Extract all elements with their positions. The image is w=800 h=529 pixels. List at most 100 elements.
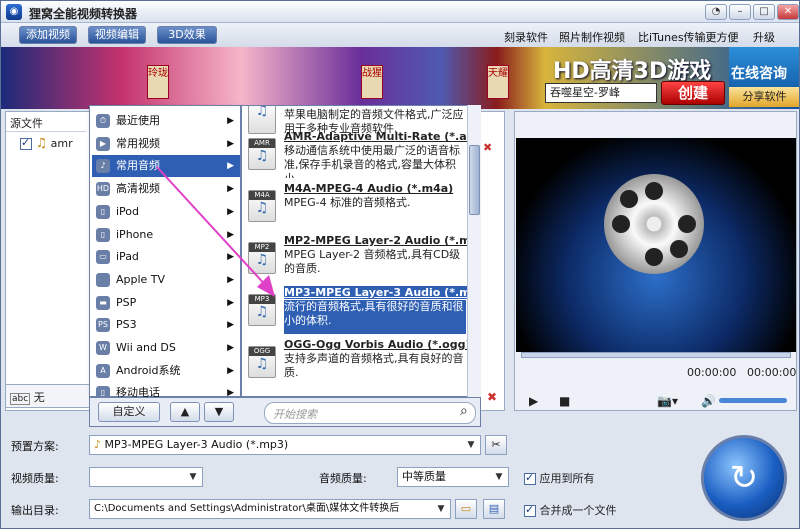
custom-button[interactable]: 自定义 <box>98 402 160 422</box>
folder-browse-icon[interactable]: ▤ <box>483 499 505 519</box>
current-time: 00:00:00 <box>687 366 737 379</box>
category-item[interactable]: PS PS3 ▶ <box>92 314 240 336</box>
format-description: 支持多声道的音频格式,具有良好的音质. <box>284 352 464 379</box>
minimize-button[interactable]: – <box>729 4 751 20</box>
consult-label: 在线咨询 <box>731 66 787 82</box>
category-label: Wii and DS <box>116 341 176 354</box>
merge-checkbox[interactable]: 合并成一个文件 <box>524 502 617 518</box>
format-title: M4A-MPEG-4 Audio (*.m4a) <box>284 182 454 195</box>
category-icon: ▶ <box>96 136 110 151</box>
music-note-icon: ♪ <box>94 438 102 451</box>
arrow-right-icon: ▶ <box>227 320 234 331</box>
audio-quality-value: 中等质量 <box>402 470 446 483</box>
convert-button[interactable]: ↻ <box>701 435 787 521</box>
scroll-down-button[interactable]: ▼ <box>204 402 234 422</box>
pointer-arrow <box>156 166 275 297</box>
audio-quality-select[interactable]: 中等质量 ▼ <box>397 467 509 487</box>
format-title: AMR-Adaptive Multi-Rate (*.amr) <box>284 130 481 143</box>
category-item[interactable]: ⏱ 最近使用 ▶ <box>92 110 240 132</box>
format-item[interactable]: OGG ♫ OGG-Ogg Vorbis Audio (*.ogg) 支持多声道的音频… <box>244 336 470 388</box>
seek-bar[interactable] <box>521 352 791 358</box>
category-label: Android系统 <box>116 363 181 377</box>
banner-tag: 战猩 <box>361 65 383 99</box>
total-time: 00:00:00 <box>747 366 797 379</box>
maximize-button[interactable]: □ <box>753 4 775 20</box>
format-title: MP3-MPEG Layer-3 Audio (*.mp3) <box>284 286 480 299</box>
category-icon <box>96 272 110 287</box>
remove-icon[interactable]: ✖ <box>487 390 497 404</box>
volume-slider[interactable] <box>719 398 787 403</box>
snapshot-icon[interactable]: 📷▾ <box>657 394 678 408</box>
merge-label: 合并成一个文件 <box>539 504 617 517</box>
3d-effect-button[interactable]: 3D效果 <box>157 26 217 44</box>
app-window: ◉ 狸窝全能视频转换器 ◔ – □ ✕ 添加视频 视频编辑 3D效果 刻录软件 … <box>0 0 800 529</box>
video-quality-label: 视频质量: <box>11 472 59 485</box>
source-file-header: 源文件 <box>6 112 86 132</box>
banner-create-button[interactable]: 创建 <box>661 81 725 105</box>
edit-video-button[interactable]: 视频编辑 <box>88 26 146 44</box>
format-search-input[interactable]: 开始搜索 <box>264 402 476 424</box>
file-row[interactable]: ♫ amr <box>20 136 90 156</box>
music-note-icon: ♫ <box>35 136 48 151</box>
volume-icon[interactable]: 🔊 <box>701 394 716 408</box>
folder-open-icon[interactable]: ▭ <box>455 499 477 519</box>
toolbar: 添加视频 视频编辑 3D效果 刻录软件 照片制作视频 比iTunes传输更方便 … <box>1 23 799 47</box>
preview-panel: 00:00:00 00:00:00 ▶ ■ 📷▾ 🔊 <box>514 111 797 411</box>
format-description: 移动通信系统中使用最广泛的语音标准,保存手机录音的格式,容量大体积小. <box>284 144 460 178</box>
category-icon: ▯ <box>96 227 110 242</box>
file-name: amr <box>50 137 73 150</box>
checkbox[interactable] <box>524 471 536 485</box>
banner-tag: 玲珑 <box>147 65 169 99</box>
chevron-down-icon: ▼ <box>189 472 197 482</box>
category-item[interactable]: W Wii and DS ▶ <box>92 337 240 359</box>
category-icon: W <box>96 341 110 355</box>
settings-wrench-icon[interactable]: ✂ <box>485 435 507 455</box>
format-tag: OGG <box>249 347 275 356</box>
format-tag: AMR <box>249 139 275 148</box>
photo-video-link[interactable]: 照片制作视频 <box>559 29 625 45</box>
audio-file-icon: OGG ♫ <box>248 346 276 378</box>
apply-all-checkbox[interactable]: 应用到所有 <box>524 470 595 486</box>
video-quality-select[interactable]: ▼ <box>89 467 203 487</box>
file-checkbox[interactable] <box>20 136 32 150</box>
format-title: MP2-MPEG Layer-2 Audio (*.mp2) <box>284 234 481 247</box>
skin-button[interactable]: ◔ <box>705 4 727 20</box>
play-icon[interactable]: ▶ <box>529 394 538 408</box>
ad-banner[interactable]: 玲珑 战猩 天耀 HD高清3D游戏 吞噬星空-罗峰 创建 <box>1 47 799 109</box>
category-icon: ▬ <box>96 295 110 310</box>
format-title: OGG-Ogg Vorbis Audio (*.ogg) <box>284 338 471 351</box>
stop-icon[interactable]: ■ <box>559 394 570 408</box>
category-label: 最近使用 <box>116 114 160 127</box>
itunes-link[interactable]: 比iTunes传输更方便 <box>638 29 739 45</box>
burn-software-link[interactable]: 刻录软件 <box>504 29 548 45</box>
video-preview <box>516 138 796 352</box>
category-label: PSP <box>116 295 137 309</box>
category-item[interactable]: A Android系统 ▶ <box>92 360 240 382</box>
scroll-up-button[interactable]: ▲ <box>170 402 200 422</box>
upgrade-link[interactable]: 升级 <box>753 29 775 45</box>
arrow-right-icon: ▶ <box>227 365 234 376</box>
app-logo-icon: ◉ <box>6 4 22 20</box>
share-software-button[interactable]: 分享软件 <box>729 87 799 107</box>
banner-game-name: 吞噬星空-罗峰 <box>545 83 657 103</box>
add-video-button[interactable]: 添加视频 <box>19 26 77 44</box>
title-bar: ◉ 狸窝全能视频转换器 ◔ – □ ✕ <box>1 1 799 23</box>
output-path-select[interactable]: C:\Documents and Settings\Administrator\… <box>89 499 451 519</box>
category-icon: ⏱ <box>96 114 110 128</box>
category-item[interactable]: ▶ 常用视频 ▶ <box>92 133 240 155</box>
close-button[interactable]: ✕ <box>777 4 799 20</box>
audio-quality-label: 音频质量: <box>319 472 367 485</box>
format-description: 流行的音频格式,具有很好的音质和很小的体积. <box>284 300 466 334</box>
format-scrollbar[interactable] <box>467 105 481 397</box>
search-icon[interactable]: ⌕ <box>460 403 468 419</box>
subtitle-select[interactable]: abc 无 <box>5 384 95 408</box>
scrollbar-thumb[interactable] <box>469 145 480 215</box>
output-label: 输出目录: <box>11 504 59 517</box>
remove-file-icon[interactable]: ✖ <box>483 141 492 154</box>
arrow-right-icon: ▶ <box>227 138 234 149</box>
settings-panel: 预置方案: ♪ MP3-MPEG Layer-3 Audio (*.mp3) ▼… <box>1 431 799 528</box>
arrow-right-icon: ▶ <box>227 343 234 353</box>
preset-select[interactable]: ♪ MP3-MPEG Layer-3 Audio (*.mp3) ▼ <box>89 435 481 455</box>
checkbox-empty[interactable] <box>524 503 536 517</box>
chevron-down-icon: ▼ <box>467 440 475 450</box>
